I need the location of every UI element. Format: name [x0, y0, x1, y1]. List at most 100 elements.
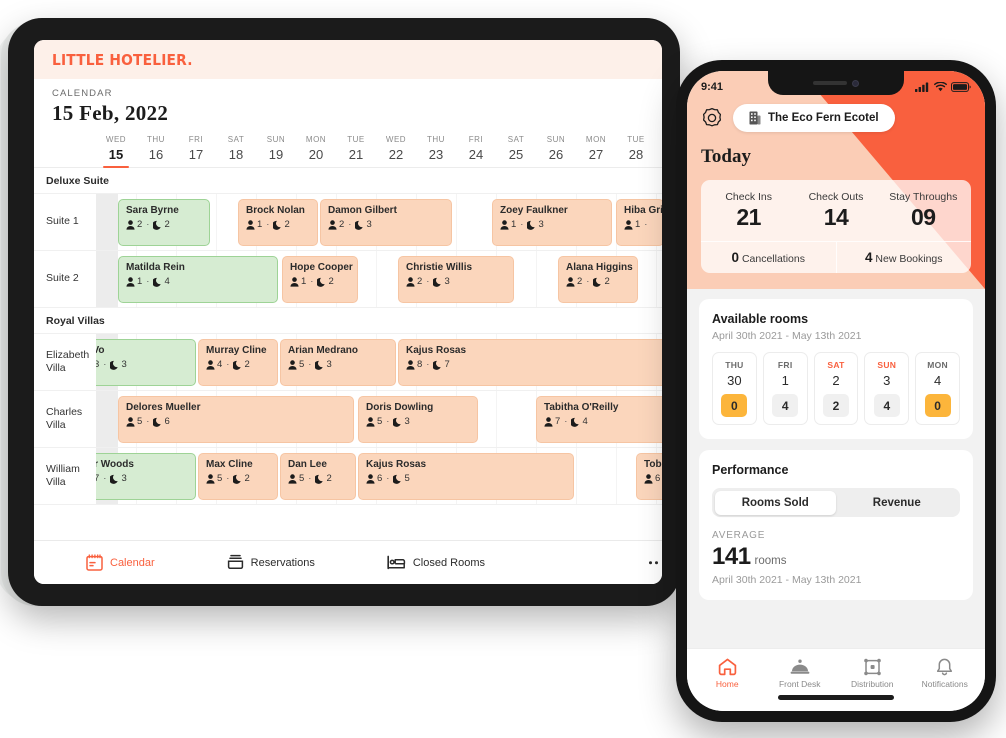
day-column[interactable]: FRI 24 [456, 135, 496, 167]
available-room-day[interactable]: SAT 2 2 [813, 352, 859, 425]
room-day-dow: MON [927, 360, 948, 370]
status-icons [915, 81, 971, 92]
earpiece-speaker [813, 81, 847, 85]
day-column[interactable]: SAT 18 [216, 135, 256, 167]
calendar-grid: Deluxe Suite Suite 1 Sara Byrne 2 · 2 Brock No… [34, 168, 662, 540]
average-row: 141 rooms [712, 543, 960, 571]
booking-card[interactable]: Max Cline 5 · 2 [198, 453, 278, 500]
calendar-eyebrow: CALENDAR [52, 88, 113, 99]
booking-card[interactable]: Hope Cooper 1 · 2 [282, 256, 358, 303]
booking-card[interactable]: Alana Higgins 2 · 2 [558, 256, 638, 303]
booking-meta: 5 · 2 [206, 473, 270, 485]
stat-cell: Stay Throughs 09 [880, 191, 967, 231]
booking-card[interactable]: Sara Byrne 2 · 2 [118, 199, 210, 246]
room-day-number: 30 [727, 373, 742, 388]
day-column[interactable]: MON 27 [576, 135, 616, 167]
available-room-day[interactable]: THU 30 0 [712, 352, 757, 425]
booking-card[interactable]: Murray Cline 4 · 2 [198, 339, 278, 386]
night-count: 5 [404, 472, 410, 484]
performance-tab[interactable]: Rooms Sold [714, 490, 836, 515]
guest-name: rl Vo [83, 345, 105, 356]
nights-icon [355, 220, 364, 230]
night-count: 6 [164, 415, 170, 427]
room-row: William Villa ser Woods 7 · 3 Max Cline 5 · 2 Dan… [34, 448, 662, 505]
day-column[interactable]: WED 15 [96, 135, 136, 168]
booking-card[interactable]: Kajus Rosas 6 · 5 [358, 453, 574, 500]
calendar-day-strip[interactable]: WED 15 THU 16 FRI 17 SAT 18 SUN 19 MON 20 TUE 21 WED 22… [34, 135, 662, 168]
room-name: William Villa [34, 448, 96, 504]
day-column[interactable]: SAT 25 [496, 135, 536, 167]
day-number: 26 [548, 147, 564, 162]
booking-card[interactable]: Arian Medrano 5 · 3 [280, 339, 396, 386]
tablet-nav-item[interactable]: Closed Rooms [387, 555, 485, 570]
room-timeline[interactable]: Sara Byrne 2 · 2 Brock Nolan 1 · 2 Damon Gilbert… [96, 194, 662, 250]
tablet-nav-item[interactable]: Calendar [86, 554, 155, 571]
bell-service-icon [764, 658, 837, 676]
booking-card[interactable]: Matilda Rein 1 · 4 [118, 256, 278, 303]
nights-icon [233, 360, 242, 370]
booking-card[interactable]: Brock Nolan 1 · 2 [238, 199, 318, 246]
guest-count: 5 [137, 415, 143, 427]
room-row: Charles Villa Delores Mueller 5 · 6 Doris Dow… [34, 391, 662, 448]
day-column[interactable]: MON 20 [296, 135, 336, 167]
booking-card[interactable]: Tabitha O'Reilly 7 · 4 [536, 396, 662, 443]
settings-gear-icon[interactable] [701, 107, 723, 129]
booking-card[interactable]: Dan Lee 5 · 2 [280, 453, 356, 500]
room-day-number: 2 [832, 373, 840, 388]
room-timeline[interactable]: Matilda Rein 1 · 4 Hope Cooper 1 · 2 Christie Wi… [96, 251, 662, 307]
booking-card[interactable]: Doris Dowling 5 · 3 [358, 396, 478, 443]
phone-header-row: The Eco Fern Ecotel [701, 104, 971, 132]
stat-value: 14 [823, 204, 849, 230]
available-room-day[interactable]: SUN 3 4 [864, 352, 910, 425]
booking-card[interactable]: Hiba Griffi 1· [616, 199, 662, 246]
room-timeline[interactable]: rl Vo3·3Murray Cline4·2Arian Medrano5·3K… [76, 334, 662, 390]
booking-meta: 6· [644, 473, 662, 485]
guest-count: 1 [257, 218, 263, 230]
day-dow: SAT [507, 135, 525, 144]
property-selector[interactable]: The Eco Fern Ecotel [733, 104, 895, 132]
phone-tab[interactable]: Distribution [836, 658, 909, 689]
booking-card[interactable]: Christie Willis 2 · 3 [398, 256, 514, 303]
available-rooms-strip[interactable]: THU 30 0 FRI 1 4 SAT 2 2 SUN 3 4 MON 4 0 [712, 352, 960, 425]
guest-count: 5 [377, 415, 383, 427]
nights-icon [527, 220, 536, 230]
day-column[interactable]: W [656, 135, 662, 167]
day-column[interactable]: THU 16 [136, 135, 176, 167]
stats-row: Check Ins 21 Check Outs 14 Stay Throughs 09 [701, 180, 971, 241]
guest-name: Hiba Griffi [624, 205, 662, 216]
room-timeline[interactable]: ser Woods 7 · 3 Max Cline 5 · 2 Dan Lee 5 · 2 Kajus … [76, 448, 662, 504]
day-column[interactable]: THU 23 [416, 135, 456, 167]
day-column[interactable]: TUE 28 [616, 135, 656, 167]
day-column[interactable]: WED 22 [376, 135, 416, 167]
guest-count: 2 [417, 275, 423, 287]
available-room-day[interactable]: FRI 1 4 [762, 352, 808, 425]
sub-stat-label: Cancellations [741, 253, 805, 265]
day-column[interactable]: FRI 17 [176, 135, 216, 167]
performance-tab[interactable]: Revenue [836, 491, 958, 515]
phone-tab[interactable]: Home [691, 658, 764, 689]
nights-icon [433, 360, 442, 370]
day-column[interactable]: TUE 21 [336, 135, 376, 167]
booking-card[interactable]: Kajus Rosas 8 · 7 [398, 339, 662, 386]
booking-meta: 5 · 3 [288, 359, 388, 371]
room-name: Charles Villa [34, 391, 96, 447]
available-room-day[interactable]: MON 4 0 [915, 352, 960, 425]
guest-icon [206, 360, 215, 370]
guest-icon [500, 220, 509, 230]
day-column[interactable]: SUN 19 [256, 135, 296, 167]
guest-name: Kajus Rosas [406, 345, 467, 356]
booking-card[interactable]: Tobi 6· [636, 453, 662, 500]
day-column[interactable]: SUN 26 [536, 135, 576, 167]
phone-tab-bar[interactable]: Home Front Desk Distribution Notifications [687, 648, 985, 693]
booking-card[interactable]: Delores Mueller 5 · 6 [118, 396, 354, 443]
booking-card[interactable]: Damon Gilbert 2 · 3 [320, 199, 452, 246]
booking-card[interactable]: Zoey Faulkner 1 · 3 [492, 199, 612, 246]
tablet-nav-item[interactable]: Reservations [227, 554, 315, 571]
room-timeline[interactable]: Delores Mueller 5 · 6 Doris Dowling 5 · 3 Tabith… [96, 391, 662, 447]
phone-tab[interactable]: Front Desk [764, 658, 837, 689]
tablet-bottom-nav[interactable]: Calendar Reservations Closed Rooms [34, 540, 662, 584]
phone-tab[interactable]: Notifications [909, 658, 982, 689]
guest-icon [290, 277, 299, 287]
more-options-icon[interactable] [648, 560, 658, 565]
performance-segmented-control[interactable]: Rooms Sold Revenue [712, 488, 960, 517]
